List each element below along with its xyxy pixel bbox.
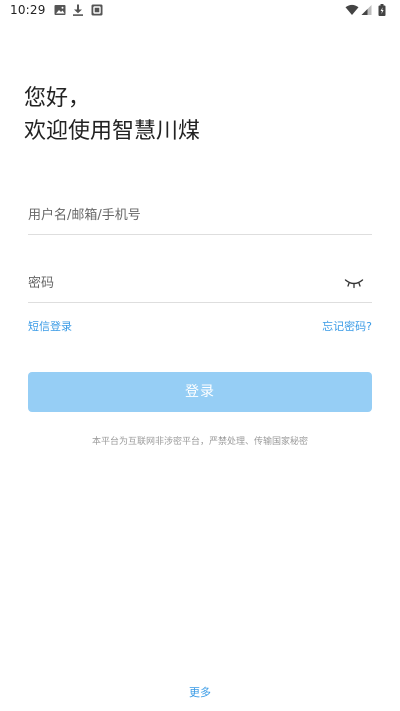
greeting: 您好， 欢迎使用智慧川煤 xyxy=(24,82,200,148)
download-icon xyxy=(73,4,83,16)
login-button[interactable]: 登录 xyxy=(28,372,372,412)
more-link[interactable]: 更多 xyxy=(0,684,400,700)
status-time: 10:29 xyxy=(10,3,46,17)
image-icon xyxy=(54,5,66,15)
username-field xyxy=(28,198,372,235)
cell-signal-icon xyxy=(361,5,372,15)
battery-icon xyxy=(378,4,386,16)
eye-closed-icon[interactable] xyxy=(344,276,364,290)
password-field xyxy=(28,266,372,303)
forgot-password-link[interactable]: 忘记密码? xyxy=(322,318,372,334)
sms-login-link[interactable]: 短信登录 xyxy=(28,318,72,334)
password-input[interactable] xyxy=(28,266,328,300)
status-bar: 10:29 xyxy=(0,0,400,22)
security-disclaimer: 本平台为互联网非涉密平台，严禁处理、传输国家秘密 xyxy=(91,437,308,447)
greeting-welcome: 欢迎使用智慧川煤 xyxy=(24,119,201,144)
wifi-icon xyxy=(345,4,359,15)
login-screen: 10:29 您好， 欢迎使用智慧川煤 用户名/邮箱/手机号 短信登录 忘记密码?… xyxy=(0,0,400,711)
app-notification-icon xyxy=(91,4,103,16)
username-input[interactable] xyxy=(28,198,328,232)
greeting-hello: 您好， xyxy=(24,86,91,111)
